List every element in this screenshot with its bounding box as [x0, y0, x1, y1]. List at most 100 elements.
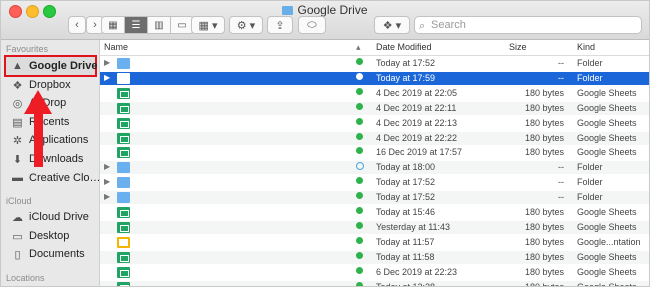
- sidebar-section-icloud: iCloud: [6, 196, 32, 206]
- sidebar-item-label: Desktop: [29, 230, 70, 242]
- file-size: 180 bytes: [524, 102, 564, 113]
- file-size: 180 bytes: [524, 281, 564, 287]
- column-view-icon[interactable]: ▥: [148, 17, 171, 33]
- tags-button[interactable]: ⬭: [298, 16, 326, 34]
- sidebar-item-icloud-drive[interactable]: ☁ iCloud Drive: [11, 209, 89, 225]
- file-row[interactable]: 4 Dec 2019 at 22:13 180 bytes Google Sheet…: [100, 117, 649, 130]
- chevron-left-icon: ‹: [75, 19, 79, 31]
- file-row[interactable]: ▶ Today at 17:52 -- Folder: [100, 191, 649, 205]
- file-row[interactable]: ▶ Today at 17:52 -- Folder: [100, 57, 649, 70]
- sidebar-item-applications[interactable]: ✲ Applications: [11, 132, 88, 148]
- dropbox-icon: ❖: [12, 79, 23, 92]
- finder-window: Google Drive ‹ › ▦ ☰ ▥ ▭ ▦ ▾ ⚙ ▾ ⇪ ⬭ ❖ ▾…: [0, 0, 650, 287]
- search-field[interactable]: ⌕ Search: [414, 16, 642, 34]
- disclosure-triangle-icon[interactable]: ▶: [104, 177, 110, 186]
- search-placeholder: Search: [431, 19, 466, 31]
- google-sheets-icon: [117, 102, 130, 114]
- folder-icon: [117, 72, 130, 84]
- file-size: 180 bytes: [524, 266, 564, 277]
- share-button[interactable]: ⇪: [267, 16, 293, 34]
- file-row[interactable]: 16 Dec 2019 at 17:57 180 bytes Google Shee…: [100, 146, 649, 159]
- file-kind: Folder: [577, 72, 603, 83]
- file-row[interactable]: 4 Dec 2019 at 22:05 180 bytes Google Sheet…: [100, 87, 649, 100]
- file-list: Name ▴ Date Modified Size Kind ▶ Today at…: [100, 40, 649, 287]
- file-row[interactable]: 4 Dec 2019 at 22:22 180 bytes Google Sheet…: [100, 131, 649, 145]
- file-size: 180 bytes: [524, 221, 564, 232]
- column-kind[interactable]: Kind: [577, 42, 595, 52]
- dropbox-button[interactable]: ❖ ▾: [374, 16, 410, 34]
- chevron-right-icon: ›: [93, 19, 97, 31]
- gallery-view-icon[interactable]: ▭: [171, 17, 193, 33]
- column-name[interactable]: Name: [104, 42, 128, 52]
- column-size[interactable]: Size: [509, 42, 527, 52]
- file-row[interactable]: 6 Dec 2019 at 22:23 180 bytes Google Sheet…: [100, 266, 649, 279]
- view-mode-selector[interactable]: ▦ ☰ ▥ ▭: [101, 16, 194, 34]
- google-sheets-icon: [117, 281, 130, 286]
- file-kind: Google Sheets: [577, 117, 637, 128]
- list-view-icon[interactable]: ☰: [125, 17, 148, 33]
- google-sheets-icon: [117, 251, 130, 263]
- sync-done-icon: [356, 102, 363, 110]
- sync-done-icon: [356, 236, 363, 244]
- file-size: 180 bytes: [524, 117, 564, 128]
- sidebar-item-downloads[interactable]: ⬇ Downloads: [11, 151, 84, 167]
- file-row[interactable]: ▶ Today at 17:52 -- Folder: [100, 176, 649, 189]
- file-kind: Folder: [577, 192, 603, 203]
- file-size: 180 bytes: [524, 207, 564, 217]
- file-size: 180 bytes: [524, 132, 564, 143]
- google-sheets-icon: [117, 117, 130, 129]
- file-kind: Google Sheets: [577, 221, 637, 232]
- documents-icon: ▯: [14, 248, 21, 261]
- window-title: Google Drive: [1, 3, 649, 17]
- file-row[interactable]: Today at 12:28 180 bytes Google Sheets: [100, 280, 649, 287]
- search-icon: ⌕: [419, 20, 426, 32]
- file-row[interactable]: Today at 11:58 180 bytes Google Sheets: [100, 250, 649, 264]
- google-sheets-icon: [117, 266, 130, 278]
- file-kind: Folder: [577, 177, 603, 188]
- folder-icon: [117, 162, 130, 174]
- disclosure-triangle-icon[interactable]: ▶: [104, 162, 110, 171]
- file-kind: Google Sheets: [577, 87, 637, 98]
- sidebar-item-creative-cloud[interactable]: ▬ Creative Clo…: [11, 170, 99, 186]
- window-title-text: Google Drive: [297, 3, 368, 17]
- icon-view-icon[interactable]: ▦: [102, 17, 125, 33]
- sidebar-item-documents[interactable]: ▯ Documents: [11, 246, 85, 262]
- file-row[interactable]: ▶ Today at 18:00 -- Folder: [100, 161, 649, 175]
- file-row[interactable]: Today at 11:57 180 bytes Google...ntation: [100, 236, 649, 249]
- folder-icon: [282, 6, 294, 15]
- sync-done-icon: [356, 132, 363, 140]
- back-button[interactable]: ‹: [68, 16, 86, 34]
- sidebar-item-google-drive[interactable]: ▲ Google Drive: [11, 58, 97, 74]
- disclosure-triangle-icon[interactable]: ▶: [104, 73, 110, 82]
- action-button[interactable]: ⚙ ▾: [229, 16, 263, 34]
- sidebar: Favourites ▲ Google Drive ❖ Dropbox ◎ AirDr…: [1, 40, 100, 286]
- folder-icon: [117, 192, 130, 204]
- file-date: Today at 11:58: [376, 251, 435, 262]
- sidebar-item-desktop[interactable]: ▭ Desktop: [11, 228, 69, 244]
- file-date: 16 Dec 2019 at 17:57: [376, 147, 463, 158]
- file-row[interactable]: ▶ Today at 17:59 -- Folder: [100, 71, 649, 85]
- file-row[interactable]: 4 Dec 2019 at 22:11 180 bytes Google Sheet…: [100, 101, 649, 115]
- column-date-modified[interactable]: Date Modified: [376, 42, 432, 52]
- google-sheets-icon: [117, 132, 130, 144]
- file-row[interactable]: Yesterday at 11:43 180 bytes Google Sheets: [100, 220, 649, 234]
- sync-done-icon: [356, 251, 363, 259]
- group-button[interactable]: ▦ ▾: [191, 16, 225, 34]
- sync-done-icon: [356, 87, 363, 95]
- sync-done-icon: [356, 281, 363, 286]
- sort-indicator-icon: ▴: [356, 42, 361, 52]
- sidebar-item-label: Documents: [29, 248, 85, 260]
- downloads-icon: ⬇: [12, 153, 23, 166]
- file-size: --: [558, 58, 564, 68]
- sync-done-icon: [356, 147, 363, 155]
- disclosure-triangle-icon[interactable]: ▶: [104, 58, 110, 67]
- disclosure-triangle-icon[interactable]: ▶: [104, 192, 110, 201]
- file-date: Yesterday at 11:43: [376, 221, 451, 232]
- sync-done-icon: [356, 207, 363, 214]
- file-date: 4 Dec 2019 at 22:05: [376, 87, 458, 98]
- sidebar-item-label: iCloud Drive: [29, 211, 89, 223]
- file-row[interactable]: Today at 15:46 180 bytes Google Sheets: [100, 206, 649, 219]
- google-drive-icon: ▲: [12, 60, 23, 72]
- folder-icon: [117, 58, 130, 69]
- sync-done-icon: [356, 58, 363, 65]
